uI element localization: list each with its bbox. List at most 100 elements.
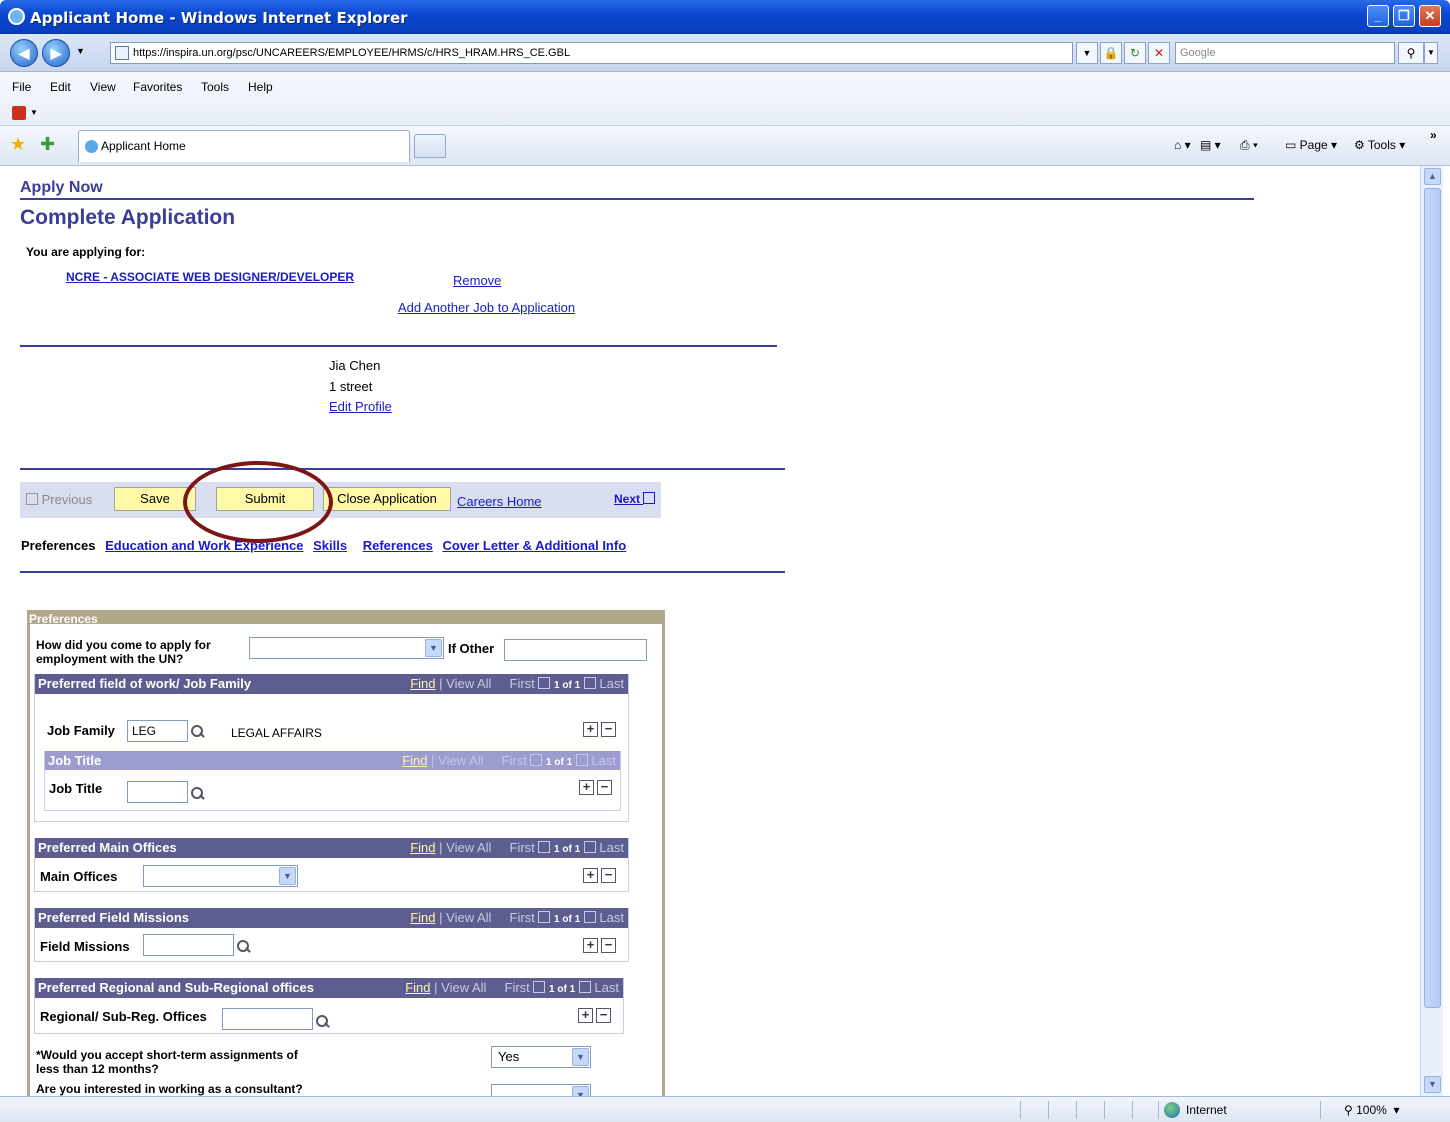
search-icon[interactable] xyxy=(190,724,204,738)
remove-link[interactable]: Remove xyxy=(453,273,501,288)
url-dropdown-icon[interactable]: ▼ xyxy=(1076,42,1098,64)
last-arrow-icon xyxy=(583,911,596,923)
pdf-toolbar-icon[interactable] xyxy=(12,106,26,120)
back-button[interactable]: ◀ xyxy=(10,39,38,67)
favorites-star-icon[interactable]: ★ xyxy=(10,134,26,155)
new-tab-button[interactable] xyxy=(414,134,446,158)
row-count: 1 of 1 xyxy=(554,844,581,855)
menu-help[interactable]: Help xyxy=(248,80,273,94)
search-icon[interactable] xyxy=(190,786,204,800)
close-window-button[interactable]: ✕ xyxy=(1419,5,1441,27)
forward-button[interactable]: ▶ xyxy=(42,39,70,67)
view-all-link[interactable]: View All xyxy=(446,840,491,855)
status-separator xyxy=(1104,1101,1105,1119)
view-all-link[interactable]: View All xyxy=(438,753,483,768)
page-menu[interactable]: ▭ Page ▾ xyxy=(1285,138,1337,152)
add-favorites-icon[interactable]: ✚ xyxy=(40,134,55,155)
view-all-link[interactable]: View All xyxy=(446,910,491,925)
chevron-more-icon[interactable]: » xyxy=(1430,128,1437,142)
feeds-icon[interactable]: ▤ ▾ xyxy=(1200,138,1221,152)
history-dropdown-icon[interactable]: ▼ xyxy=(76,46,85,56)
regional-input[interactable] xyxy=(222,1008,313,1030)
first-link: First xyxy=(509,840,535,855)
find-link[interactable]: Find xyxy=(402,753,427,768)
last-link: Last xyxy=(594,980,619,995)
view-all-link[interactable]: View All xyxy=(441,980,486,995)
field-missions-input[interactable] xyxy=(143,934,234,956)
job-link[interactable]: NCRE - ASSOCIATE WEB DESIGNER/DEVELOPER xyxy=(66,270,354,284)
search-icon[interactable]: ⚲ xyxy=(1398,42,1424,64)
minimize-button[interactable]: _ xyxy=(1367,5,1389,27)
menu-view[interactable]: View xyxy=(90,80,116,94)
home-icon[interactable]: ⌂ ▾ xyxy=(1174,138,1191,152)
delete-row-button[interactable]: − xyxy=(601,938,616,953)
scroll-down-icon[interactable]: ▼ xyxy=(1424,1076,1441,1093)
maximize-button[interactable]: ❐ xyxy=(1393,5,1415,27)
next-label: Next xyxy=(614,492,641,506)
delete-row-button[interactable]: − xyxy=(601,722,616,737)
grid-nav: Find | View All First 1 of 1 Last xyxy=(405,978,619,999)
breadcrumb[interactable]: Apply Now xyxy=(20,179,103,197)
if-other-input[interactable] xyxy=(504,639,647,661)
find-link[interactable]: Find xyxy=(410,840,435,855)
delete-row-button[interactable]: − xyxy=(597,780,612,795)
search-options-icon[interactable]: ▼ xyxy=(1424,42,1438,64)
zoom-level[interactable]: ⚲ 100% ▾ xyxy=(1344,1103,1400,1117)
search-icon[interactable] xyxy=(315,1014,329,1028)
lock-icon[interactable]: 🔒 xyxy=(1100,42,1122,64)
add-another-job-link[interactable]: Add Another Job to Application xyxy=(398,300,575,315)
close-application-button[interactable]: Close Application xyxy=(323,487,451,511)
regional-label: Regional/ Sub-Reg. Offices xyxy=(40,1009,207,1024)
tab-cover-letter[interactable]: Cover Letter & Additional Info xyxy=(442,538,626,553)
add-row-button[interactable]: + xyxy=(583,868,598,883)
tab-skills[interactable]: Skills xyxy=(313,538,347,553)
pdf-dropdown-icon[interactable]: ▼ xyxy=(30,108,38,117)
add-row-button[interactable]: + xyxy=(578,1008,593,1023)
delete-row-button[interactable]: − xyxy=(601,868,616,883)
add-row-button[interactable]: + xyxy=(583,722,598,737)
field-missions-label: Field Missions xyxy=(40,939,130,954)
main-offices-select[interactable]: ▼ xyxy=(143,865,298,887)
vertical-scrollbar[interactable]: ▲ ▼ xyxy=(1420,166,1443,1096)
ie-tab-icon xyxy=(85,140,98,153)
first-arrow-icon xyxy=(538,841,551,853)
menu-edit[interactable]: Edit xyxy=(50,80,71,94)
delete-row-button[interactable]: − xyxy=(596,1008,611,1023)
ie-logo-icon xyxy=(8,8,25,25)
view-all-link[interactable]: View All xyxy=(446,676,491,691)
menu-tools[interactable]: Tools xyxy=(201,80,229,94)
scroll-thumb[interactable] xyxy=(1424,188,1441,1008)
gear-icon: ⚙ xyxy=(1354,138,1368,152)
job-family-input[interactable]: LEG xyxy=(127,720,188,742)
find-link[interactable]: Find xyxy=(410,910,435,925)
scroll-up-icon[interactable]: ▲ xyxy=(1424,168,1441,185)
tab-applicant-home[interactable]: Applicant Home xyxy=(78,130,410,162)
find-link[interactable]: Find xyxy=(405,980,430,995)
stop-icon[interactable]: ✕ xyxy=(1148,42,1170,64)
search-input[interactable]: Google xyxy=(1175,42,1395,64)
tools-menu[interactable]: ⚙ Tools ▾ xyxy=(1354,138,1405,152)
refresh-icon[interactable]: ↻ xyxy=(1124,42,1146,64)
previous-button[interactable]: Previous xyxy=(26,492,92,507)
short-term-select[interactable]: Yes ▼ xyxy=(491,1046,591,1068)
add-row-button[interactable]: + xyxy=(579,780,594,795)
how-apply-select[interactable]: ▼ xyxy=(249,637,444,659)
main-offices-label: Main Offices xyxy=(40,869,118,884)
find-link[interactable]: Find xyxy=(410,676,435,691)
last-arrow-icon xyxy=(578,981,591,993)
next-button[interactable]: Next xyxy=(614,492,656,506)
search-icon[interactable] xyxy=(236,939,250,953)
print-icon[interactable]: ⎙ ▾ xyxy=(1240,138,1258,153)
first-link: First xyxy=(509,910,535,925)
url-field[interactable]: https://inspira.un.org/psc/UNCAREERS/EMP… xyxy=(110,42,1073,64)
menu-favorites[interactable]: Favorites xyxy=(133,80,182,94)
menu-file[interactable]: File xyxy=(12,80,31,94)
consultant-select[interactable]: ▼ xyxy=(491,1084,591,1096)
add-row-button[interactable]: + xyxy=(583,938,598,953)
menu-bar: File Edit View Favorites Tools Help ▼ xyxy=(0,72,1450,126)
tab-education[interactable]: Education and Work Experience xyxy=(105,538,303,553)
edit-profile-link[interactable]: Edit Profile xyxy=(329,399,392,414)
tab-references[interactable]: References xyxy=(363,538,433,553)
job-title-input[interactable] xyxy=(127,781,188,803)
careers-home-link[interactable]: Careers Home xyxy=(457,494,542,509)
